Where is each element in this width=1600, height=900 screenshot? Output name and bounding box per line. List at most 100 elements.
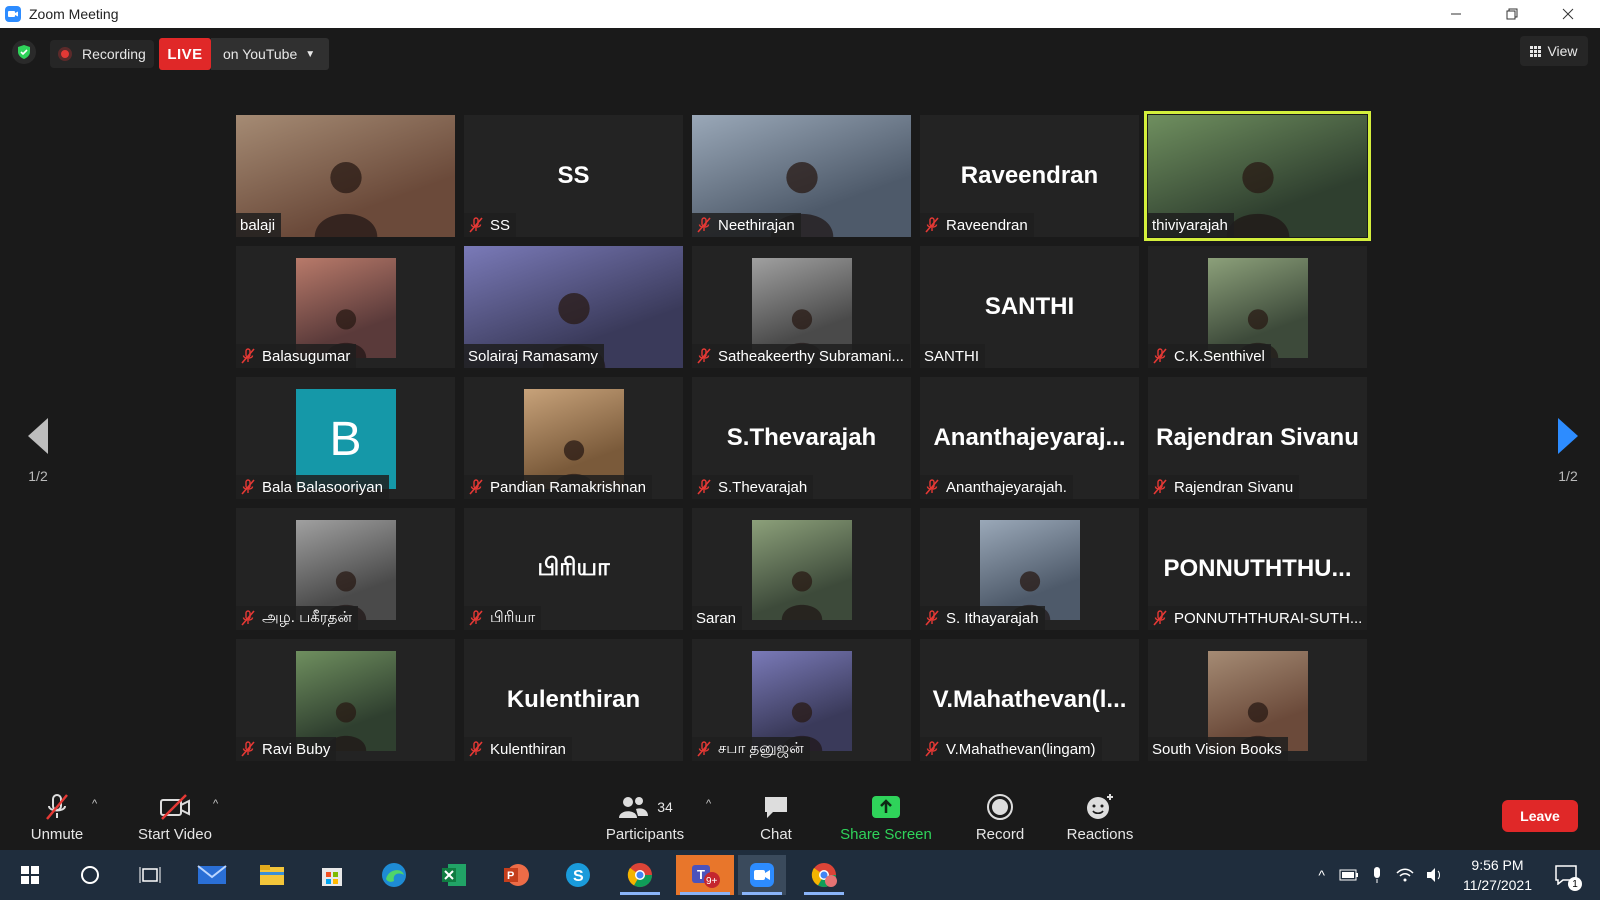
- participant-tile[interactable]: B Bala Balasooriyan: [236, 377, 455, 499]
- previous-page-nav[interactable]: 1/2: [16, 418, 60, 484]
- participant-tile[interactable]: Saran: [692, 508, 911, 630]
- participant-tile[interactable]: South Vision Books: [1148, 639, 1367, 761]
- mail-app-icon[interactable]: [188, 855, 236, 895]
- participant-tile[interactable]: Rajendran Sivanu Rajendran Sivanu: [1148, 377, 1367, 499]
- chrome-icon[interactable]: [616, 855, 664, 895]
- live-destination-dropdown[interactable]: on YouTube ▼: [211, 38, 329, 70]
- participant-name: SANTHI: [924, 347, 980, 365]
- participant-tile[interactable]: C.K.Senthivel: [1148, 246, 1367, 368]
- participant-name-tag: C.K.Senthivel: [1148, 344, 1271, 368]
- participant-tile[interactable]: PONNUTHTHU... PONNUTHTHURAI-SUTH...: [1148, 508, 1367, 630]
- person-silhouette-icon: [295, 152, 396, 237]
- action-center-button[interactable]: 1: [1546, 855, 1586, 895]
- file-explorer-icon[interactable]: [248, 855, 296, 895]
- record-button[interactable]: Record: [962, 784, 1038, 850]
- excel-icon[interactable]: [430, 855, 478, 895]
- muted-mic-icon: [469, 479, 483, 495]
- muted-mic-icon: [1153, 479, 1167, 495]
- video-options-caret-icon[interactable]: ^: [213, 798, 218, 810]
- participant-video-image: [751, 258, 852, 358]
- participant-tile[interactable]: Neethirajan: [692, 115, 911, 237]
- taskbar-clock[interactable]: 9:56 PM 11/27/2021: [1463, 855, 1532, 895]
- system-tray: ^ 9:56 PM 11/27/2021 1: [1318, 850, 1600, 900]
- zoom-taskbar-icon[interactable]: [738, 855, 786, 895]
- arrow-right-icon[interactable]: [1558, 418, 1578, 454]
- next-page-nav[interactable]: 1/2: [1546, 418, 1590, 484]
- muted-mic-icon: [1153, 610, 1167, 626]
- share-screen-button[interactable]: Share Screen: [836, 784, 936, 850]
- participant-tile[interactable]: Pandian Ramakrishnan: [464, 377, 683, 499]
- chat-button[interactable]: Chat: [740, 784, 812, 850]
- close-icon: [1562, 8, 1574, 20]
- security-shield-icon[interactable]: [12, 40, 36, 64]
- powerpoint-icon[interactable]: P: [492, 855, 540, 895]
- participant-tile[interactable]: V.Mahathevan(l... V.Mahathevan(lingam): [920, 639, 1139, 761]
- teams-icon[interactable]: T 9+: [676, 855, 734, 895]
- reactions-button[interactable]: Reactions: [1060, 784, 1140, 850]
- muted-mic-icon: [241, 741, 255, 757]
- participant-tile[interactable]: thiviyarajah: [1144, 111, 1371, 241]
- participant-name-tag: Neethirajan: [692, 213, 801, 237]
- participant-tile[interactable]: S. Ithayarajah: [920, 508, 1139, 630]
- edge-browser-icon[interactable]: [370, 855, 418, 895]
- participant-tile[interactable]: S.Thevarajah S.Thevarajah: [692, 377, 911, 499]
- task-view-icon[interactable]: [126, 855, 174, 895]
- show-hidden-icons-chevron-icon[interactable]: ^: [1318, 867, 1325, 883]
- meeting-toolbar: Unmute ^ Start Video ^ 34 Participants ^…: [0, 784, 1600, 850]
- microphone-tray-icon[interactable]: [1371, 866, 1383, 884]
- participant-name-tag: Balasugumar: [236, 344, 357, 368]
- participant-name: Pandian Ramakrishnan: [490, 478, 646, 496]
- notification-count: 1: [1568, 877, 1582, 891]
- microsoft-store-icon[interactable]: [308, 855, 356, 895]
- participant-tile[interactable]: Balasugumar: [236, 246, 455, 368]
- muted-mic-icon: [925, 741, 939, 757]
- muted-microphone-icon: [42, 792, 72, 822]
- muted-mic-icon: [469, 741, 483, 757]
- audio-options-caret-icon[interactable]: ^: [92, 798, 97, 810]
- participant-name: Balasugumar: [262, 347, 351, 365]
- unmute-button[interactable]: Unmute: [22, 784, 92, 850]
- participant-name-tag: அழ. பகீரதன்: [236, 606, 358, 630]
- record-icon: [986, 792, 1014, 822]
- skype-icon[interactable]: S: [554, 855, 602, 895]
- participant-tile[interactable]: SS SS: [464, 115, 683, 237]
- participant-tile[interactable]: சபா தனுஜன்: [692, 639, 911, 761]
- participant-name-tag: Pandian Ramakrishnan: [464, 475, 652, 499]
- participant-tile[interactable]: Satheakeerthy Subramani...: [692, 246, 911, 368]
- participant-tile[interactable]: Solairaj Ramasamy: [464, 246, 683, 368]
- windows-start-icon[interactable]: [6, 855, 54, 895]
- participant-name-tag: V.Mahathevan(lingam): [920, 737, 1102, 761]
- battery-icon[interactable]: [1339, 868, 1359, 882]
- restore-button[interactable]: [1484, 0, 1540, 28]
- participant-tile[interactable]: Kulenthiran Kulenthiran: [464, 639, 683, 761]
- close-button[interactable]: [1540, 0, 1596, 28]
- cortana-search-icon[interactable]: [66, 855, 114, 895]
- view-button[interactable]: View: [1520, 36, 1588, 66]
- record-label: Record: [975, 826, 1025, 843]
- participant-tile[interactable]: Raveendran Raveendran: [920, 115, 1139, 237]
- arrow-left-icon[interactable]: [28, 418, 48, 454]
- page-indicator-left: 1/2: [28, 468, 48, 484]
- start-video-button[interactable]: Start Video: [130, 784, 220, 850]
- participant-name-tag: Saran: [692, 606, 743, 630]
- participants-options-caret-icon[interactable]: ^: [706, 798, 711, 810]
- page-indicator-right: 1/2: [1558, 468, 1578, 484]
- participant-name: Ananthajeyarajah.: [946, 478, 1067, 496]
- live-badge[interactable]: LIVE: [159, 38, 211, 70]
- participant-name: Satheakeerthy Subramani...: [718, 347, 904, 365]
- recording-indicator[interactable]: Recording: [50, 40, 154, 68]
- participants-button[interactable]: 34 Participants: [600, 784, 690, 850]
- participant-tile[interactable]: balaji: [236, 115, 455, 237]
- participant-tile[interactable]: SANTHI SANTHI: [920, 246, 1139, 368]
- participant-tile[interactable]: Ravi Buby: [236, 639, 455, 761]
- muted-mic-icon: [925, 217, 939, 233]
- leave-button[interactable]: Leave: [1502, 800, 1578, 832]
- volume-icon[interactable]: [1425, 867, 1445, 883]
- participant-tile[interactable]: Ananthajeyaraj... Ananthajeyarajah.: [920, 377, 1139, 499]
- chrome-profile-icon[interactable]: [800, 855, 848, 895]
- participant-video-image: [751, 651, 852, 751]
- participant-tile[interactable]: அழ. பகீரதன்: [236, 508, 455, 630]
- minimize-button[interactable]: [1428, 0, 1484, 28]
- participant-tile[interactable]: பிரியா பிரியா: [464, 508, 683, 630]
- wifi-icon[interactable]: [1395, 867, 1415, 883]
